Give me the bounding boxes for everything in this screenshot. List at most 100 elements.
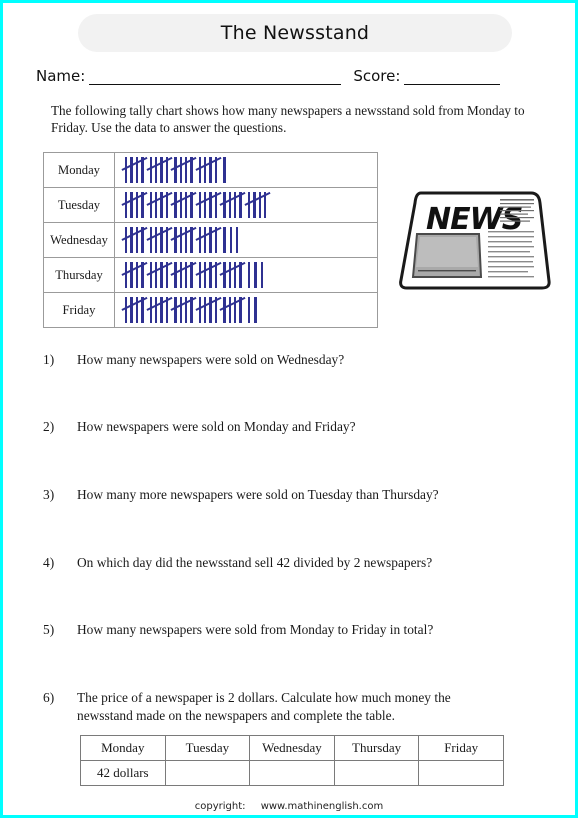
tally-group-of-five [121, 191, 148, 218]
tally-chart-table: Monday Tuesday Wednesday Thursday Friday [43, 152, 378, 328]
tally-tick [253, 192, 256, 218]
tally-marks-cell [114, 257, 378, 293]
tally-tick [229, 227, 233, 253]
answer-cell-tuesday[interactable] [164, 760, 251, 786]
tally-group-of-five [121, 156, 148, 183]
tally-group-of-five [121, 226, 148, 253]
table-row: Tuesday [43, 187, 378, 223]
tally-tick [179, 297, 182, 323]
answer-cell-monday[interactable]: 42 dollars [80, 760, 166, 786]
tally-group-of-five [146, 156, 173, 183]
tally-day-label: Friday [43, 292, 115, 328]
score-input-line[interactable] [404, 70, 501, 85]
tally-tick [254, 262, 257, 288]
tally-tick [179, 192, 182, 218]
tally-tick [223, 227, 226, 253]
tally-group-of-five [219, 261, 246, 288]
question-2: 2) How newspapers were sold on Monday an… [43, 418, 543, 436]
tally-group-of-five [146, 191, 173, 218]
tally-group-of-five [170, 226, 197, 253]
question-3: 3) How many more newspapers were sold on… [43, 486, 543, 504]
tally-tick [236, 227, 239, 253]
tally-marks-monday [121, 155, 377, 185]
answer-header-thursday: Thursday [333, 735, 420, 761]
tally-group-of-five [146, 226, 173, 253]
answer-cell-wednesday[interactable] [249, 760, 335, 786]
tally-tick [125, 192, 128, 218]
tally-tick [130, 227, 133, 253]
tally-tick [179, 262, 182, 288]
tally-tick [125, 262, 128, 288]
table-row: Friday [43, 292, 378, 328]
question-6: 6) The price of a newspaper is 2 dollars… [43, 689, 505, 725]
tally-tick [130, 262, 133, 288]
table-row: Thursday [43, 257, 378, 293]
tally-group-of-five [121, 261, 148, 288]
tally-tick [174, 262, 177, 288]
tally-group-of-five [219, 296, 246, 323]
money-answer-table: Monday Tuesday Wednesday Thursday Friday… [80, 735, 504, 786]
tally-tick [204, 157, 207, 183]
tally-tick [247, 192, 251, 218]
tally-group-partial [247, 297, 257, 323]
question-text: How newspapers were sold on Monday and F… [77, 419, 356, 434]
tally-tick [125, 157, 128, 183]
tally-tick [254, 297, 257, 323]
copyright-label: copyright: [194, 801, 246, 812]
tally-tick [204, 297, 207, 323]
question-5: 5) How many newspapers were sold from Mo… [43, 621, 543, 639]
tally-day-label: Tuesday [43, 187, 115, 223]
tally-tick [223, 192, 226, 218]
tally-tick [204, 227, 207, 253]
tally-tick [130, 157, 133, 183]
answer-header-friday: Friday [418, 735, 504, 761]
answer-cell-thursday[interactable] [333, 760, 420, 786]
answer-header-monday: Monday [80, 735, 166, 761]
newspaper-icon: NEWS [399, 191, 551, 290]
answer-header-tuesday: Tuesday [164, 735, 251, 761]
question-number: 1) [43, 352, 55, 367]
tally-tick [228, 262, 232, 288]
tally-marks-thursday [121, 260, 377, 290]
table-row: 42 dollars [80, 760, 504, 786]
tally-tick [223, 157, 226, 183]
tally-tick [154, 227, 158, 253]
question-number: 4) [43, 555, 55, 570]
question-number: 3) [43, 487, 55, 502]
name-input-line[interactable] [89, 70, 342, 85]
tally-group-of-five [170, 191, 197, 218]
page-title: The Newsstand [220, 22, 370, 44]
tally-chart-body: Monday Tuesday Wednesday Thursday Friday [43, 152, 378, 328]
tally-group-of-five [146, 261, 173, 288]
tally-tick [154, 192, 158, 218]
question-text: How many more newspapers were sold on Tu… [77, 487, 439, 502]
question-number: 6) [43, 690, 55, 705]
worksheet-page: The Newsstand Name: Score: The following… [0, 0, 578, 818]
instructions-text: The following tally chart shows how many… [51, 103, 525, 135]
tally-group-of-five [195, 226, 222, 253]
tally-group-of-five [195, 156, 222, 183]
tally-tick [223, 262, 226, 288]
tally-tick [247, 262, 251, 288]
footer: copyright: www.mathinenglish.com [3, 801, 575, 812]
table-row: Monday Tuesday Wednesday Thursday Friday [80, 735, 504, 761]
tally-tick [174, 157, 177, 183]
tally-group-of-five [121, 296, 148, 323]
worksheet-inner: The Newsstand Name: Score: The following… [3, 3, 575, 815]
tally-tick [223, 297, 226, 323]
question-text: The price of a newspaper is 2 dollars. C… [77, 690, 451, 723]
tally-tick [125, 227, 128, 253]
tally-tick [179, 227, 182, 253]
answer-header-wednesday: Wednesday [249, 735, 335, 761]
tally-tick [247, 297, 251, 323]
question-text: How many newspapers were sold from Monda… [77, 622, 434, 637]
tally-tick [179, 157, 182, 183]
table-row: Wednesday [43, 222, 378, 258]
answer-cell-friday[interactable] [418, 760, 504, 786]
tally-day-label: Thursday [43, 257, 115, 293]
tally-marks-friday [121, 295, 377, 325]
name-score-row: Name: Score: [36, 61, 548, 85]
question-text: On which day did the newsstand sell 42 d… [77, 555, 433, 570]
tally-tick [174, 192, 177, 218]
tally-group-of-five [146, 296, 173, 323]
